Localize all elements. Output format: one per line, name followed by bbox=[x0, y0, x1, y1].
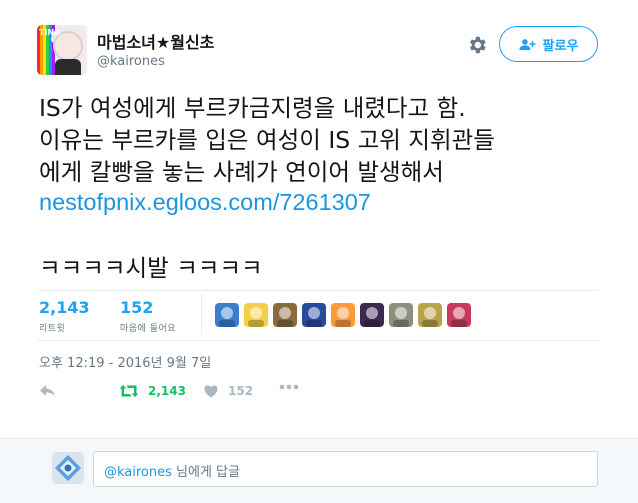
reply-icon bbox=[40, 385, 55, 397]
likers-separator bbox=[201, 294, 202, 334]
retweet-count: 2,143 bbox=[148, 384, 186, 398]
likes-stat[interactable]: 152 마음에 들어요 bbox=[120, 298, 176, 334]
retweets-stat[interactable]: 2,143 리트윗 bbox=[39, 298, 90, 334]
reply-action[interactable] bbox=[39, 384, 56, 398]
add-user-icon bbox=[518, 38, 536, 50]
tweet-card: TINA 마법소녀★월신초 @kairones 팔로우 IS가 여성에게 부르카… bbox=[0, 0, 638, 438]
reply-input[interactable]: @kairones 님에게 답글 bbox=[93, 451, 598, 487]
like-action[interactable]: 152 bbox=[203, 384, 253, 398]
liker-avatar[interactable] bbox=[244, 303, 268, 327]
heart-icon bbox=[204, 385, 218, 398]
user-avatar[interactable]: TINA bbox=[37, 25, 87, 75]
liker-avatar[interactable] bbox=[389, 303, 413, 327]
liker-avatar[interactable] bbox=[273, 303, 297, 327]
divider-mid bbox=[37, 340, 599, 341]
liker-avatar[interactable] bbox=[215, 303, 239, 327]
reply-avatar bbox=[52, 452, 84, 484]
tweet-text-line: ㅋㅋㅋㅋ시발 ㅋㅋㅋㅋ bbox=[39, 254, 263, 282]
reply-mention: @kairones bbox=[104, 465, 172, 480]
like-count: 152 bbox=[228, 384, 254, 398]
liker-avatar[interactable] bbox=[302, 303, 326, 327]
reply-placeholder: 님에게 답글 bbox=[171, 465, 240, 480]
retweet-icon bbox=[119, 385, 139, 397]
retweets-label: 리트윗 bbox=[39, 324, 66, 334]
liker-avatar[interactable] bbox=[331, 303, 355, 327]
likes-label: 마음에 들어요 bbox=[120, 324, 177, 334]
tweet-text: IS가 여성에게 부르카금지령을 내렸다고 함. 이유는 부르카를 입은 여성이… bbox=[39, 94, 495, 186]
more-icon bbox=[279, 384, 299, 390]
tweet-link[interactable]: nestofpnix.egloos.com/7261307 bbox=[39, 186, 371, 218]
follow-label: 팔로우 bbox=[542, 38, 579, 54]
avatar-tag: TINA bbox=[39, 28, 61, 37]
more-action[interactable] bbox=[279, 384, 299, 390]
liker-avatar[interactable] bbox=[447, 303, 471, 327]
tweet-timestamp[interactable]: 오후 12:19 - 2016년 9월 7일 bbox=[39, 352, 211, 371]
gear-icon[interactable] bbox=[466, 34, 488, 56]
user-handle[interactable]: @kairones bbox=[97, 54, 165, 69]
liker-avatar[interactable] bbox=[418, 303, 442, 327]
liker-avatar[interactable] bbox=[360, 303, 384, 327]
display-name[interactable]: 마법소녀★월신초 bbox=[97, 29, 214, 53]
retweet-action[interactable]: 2,143 bbox=[119, 384, 186, 398]
likes-count: 152 bbox=[120, 298, 154, 317]
divider-top bbox=[37, 290, 599, 291]
follow-button[interactable]: 팔로우 bbox=[499, 26, 598, 62]
retweets-count: 2,143 bbox=[39, 298, 90, 317]
